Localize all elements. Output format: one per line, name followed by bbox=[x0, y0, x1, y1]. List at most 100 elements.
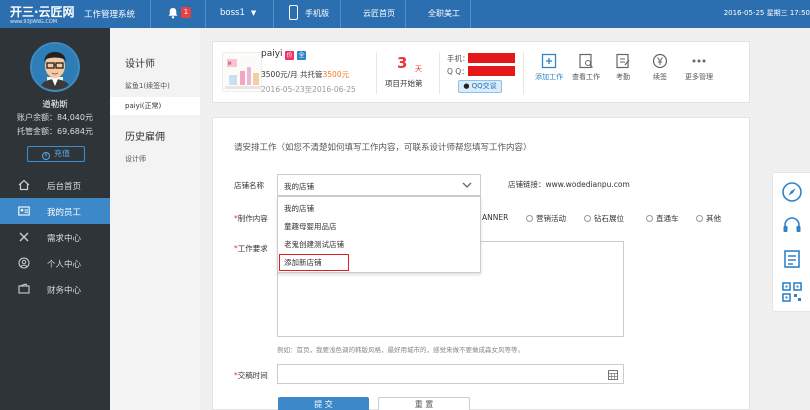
calendar-icon[interactable] bbox=[608, 370, 618, 380]
divider bbox=[205, 0, 206, 28]
divider bbox=[273, 0, 274, 28]
nav-home[interactable]: 云匠首页 bbox=[363, 8, 395, 19]
menu-item-my-staff[interactable]: 我的员工 bbox=[0, 198, 110, 224]
caret-down-icon: ▼ bbox=[250, 9, 257, 17]
notification-badge: 1 bbox=[181, 7, 191, 18]
project-day-label: 项目开始第 bbox=[385, 79, 423, 88]
shop-name: paiyi bbox=[261, 49, 283, 59]
menu-item-label: 需求中心 bbox=[47, 234, 82, 244]
reset-button[interactable]: 重 置 bbox=[378, 397, 470, 410]
designer-item-active[interactable]: paiyi(正常) bbox=[110, 97, 200, 115]
logo-text: 开三·云匠网 bbox=[10, 5, 75, 19]
qq-chat-button[interactable]: ● QQ交谈 bbox=[458, 80, 502, 93]
more-icon bbox=[692, 59, 706, 63]
full-badge: 全 bbox=[297, 51, 306, 60]
delivery-label-text: 交稿时间 bbox=[237, 371, 268, 380]
menu-item-dashboard[interactable]: 后台首页 bbox=[0, 172, 110, 198]
designer-card: M paiyi 价 全 3500元/月 共托管3500元 2016-05-23至… bbox=[212, 41, 750, 103]
user-display-name: 道勒斯 bbox=[42, 100, 68, 110]
phone-label: 手机： bbox=[447, 54, 470, 63]
project-day-number: 3 bbox=[397, 54, 408, 72]
divider bbox=[376, 52, 377, 94]
user-icon bbox=[18, 257, 30, 269]
delivery-date-input[interactable] bbox=[277, 364, 624, 384]
menu-item-personal[interactable]: 个人中心 bbox=[0, 250, 110, 276]
divider bbox=[523, 52, 524, 94]
radio-through-train[interactable]: 直通车 bbox=[646, 213, 679, 224]
price-tag-badge: 价 bbox=[285, 51, 294, 60]
compass-icon[interactable] bbox=[781, 181, 803, 203]
logo[interactable]: 开三·云匠网 www.93JIANG.COM bbox=[10, 3, 75, 25]
radio-label: 营销活动 bbox=[536, 214, 566, 223]
radio-label: 直通车 bbox=[656, 214, 679, 223]
requirement-label-text: 工作要求 bbox=[237, 244, 268, 253]
qrcode-icon[interactable] bbox=[781, 281, 803, 303]
highlight-box bbox=[279, 254, 349, 271]
chevron-down-icon bbox=[462, 182, 472, 188]
content-label: *制作内容 bbox=[234, 214, 268, 223]
nav-fulltime[interactable]: 全职美工 bbox=[428, 8, 460, 19]
requirement-label: *工作要求 bbox=[234, 244, 268, 253]
penguin-icon: ● bbox=[463, 82, 470, 90]
shop-dropdown: 我的店铺 童趣母婴用品店 老鬼创建测试店铺 添加新店铺 bbox=[277, 196, 481, 273]
system-title: 工作管理系统 bbox=[84, 10, 136, 20]
add-work-button[interactable]: 添加工作 bbox=[532, 53, 566, 82]
shop-select[interactable]: 我的店铺 bbox=[277, 174, 481, 196]
menu-item-finance[interactable]: 财务中心 bbox=[0, 276, 110, 302]
home-icon bbox=[18, 179, 30, 191]
recharge-button[interactable]: ¥ 充值 bbox=[27, 146, 85, 162]
add-work-label: 添加工作 bbox=[535, 73, 563, 81]
radio-marketing[interactable]: 营销活动 bbox=[526, 213, 566, 224]
shop-name-label: 店铺名称 bbox=[234, 181, 264, 190]
headset-icon[interactable] bbox=[781, 214, 803, 236]
radio-label: 钻石展位 bbox=[594, 214, 624, 223]
feedback-icon[interactable] bbox=[781, 248, 803, 270]
view-work-button[interactable]: 查看工作 bbox=[569, 53, 603, 82]
radio-diamond[interactable]: 钻石展位 bbox=[584, 213, 624, 224]
secondary-nav: 设计师 鲨鱼1(续签中) paiyi(正常) 历史雇佣 设计师 bbox=[110, 28, 200, 410]
divider bbox=[470, 0, 471, 28]
avatar[interactable] bbox=[30, 42, 80, 92]
user-menu[interactable]: boss1 ▼ bbox=[220, 8, 256, 18]
radio-other[interactable]: 其他 bbox=[696, 213, 721, 224]
designer-item[interactable]: 鲨鱼1(续签中) bbox=[125, 81, 170, 91]
phone-icon[interactable] bbox=[289, 5, 298, 20]
qq-label: Q Q： bbox=[447, 67, 469, 76]
menu-item-demand[interactable]: 需求中心 bbox=[0, 224, 110, 250]
renew-label: 续签 bbox=[653, 73, 667, 81]
radio-circle bbox=[526, 215, 533, 222]
form-hint: 请安排工作（如您不清楚如何填写工作内容，可联系设计师帮您填写工作内容） bbox=[234, 143, 532, 153]
view-work-label: 查看工作 bbox=[572, 73, 600, 81]
dropdown-option[interactable]: 老鬼创建测试店铺 bbox=[284, 239, 344, 250]
submit-button[interactable]: 提 交 bbox=[278, 397, 369, 410]
more-manage-button[interactable]: 更多管理 bbox=[682, 53, 716, 82]
project-day-unit: 天 bbox=[415, 65, 422, 73]
radio-circle bbox=[646, 215, 653, 222]
yen-circle-icon bbox=[652, 53, 668, 69]
wallet-icon bbox=[18, 283, 30, 294]
dropdown-option[interactable]: 我的店铺 bbox=[284, 203, 314, 214]
menu-item-label: 后台首页 bbox=[47, 182, 82, 192]
price-text: 3500元/月 共托管 bbox=[261, 70, 323, 79]
menu-item-label: 个人中心 bbox=[47, 260, 82, 270]
mobile-link[interactable]: 手机版 bbox=[305, 8, 329, 19]
divider bbox=[150, 0, 151, 28]
top-bar: 开三·云匠网 www.93JIANG.COM 工作管理系统 1 boss1 ▼ 手… bbox=[0, 0, 810, 28]
renew-button[interactable]: 续签 bbox=[643, 53, 677, 82]
dropdown-option[interactable]: 童趣母婴用品店 bbox=[284, 221, 337, 232]
logo-subtext: www.93JIANG.COM bbox=[10, 19, 58, 25]
escrow-value: 3500元 bbox=[322, 70, 350, 79]
history-item[interactable]: 设计师 bbox=[125, 154, 146, 164]
recharge-label: 充值 bbox=[54, 149, 70, 158]
radio-circle bbox=[584, 215, 591, 222]
divider bbox=[340, 0, 341, 28]
attendance-button[interactable]: 考勤 bbox=[606, 53, 640, 82]
menu-item-label: 我的员工 bbox=[47, 208, 82, 218]
more-manage-label: 更多管理 bbox=[685, 73, 713, 81]
tools-icon bbox=[19, 232, 29, 242]
shop-link: 店铺链接：www.wodedianpu.com bbox=[508, 180, 630, 189]
menu-item-label: 财务中心 bbox=[47, 286, 82, 296]
bell-icon[interactable] bbox=[167, 7, 179, 19]
radio-partial-label: ANNER bbox=[482, 213, 509, 222]
escrow-amount: 托管金额：69,684元 bbox=[17, 127, 93, 136]
